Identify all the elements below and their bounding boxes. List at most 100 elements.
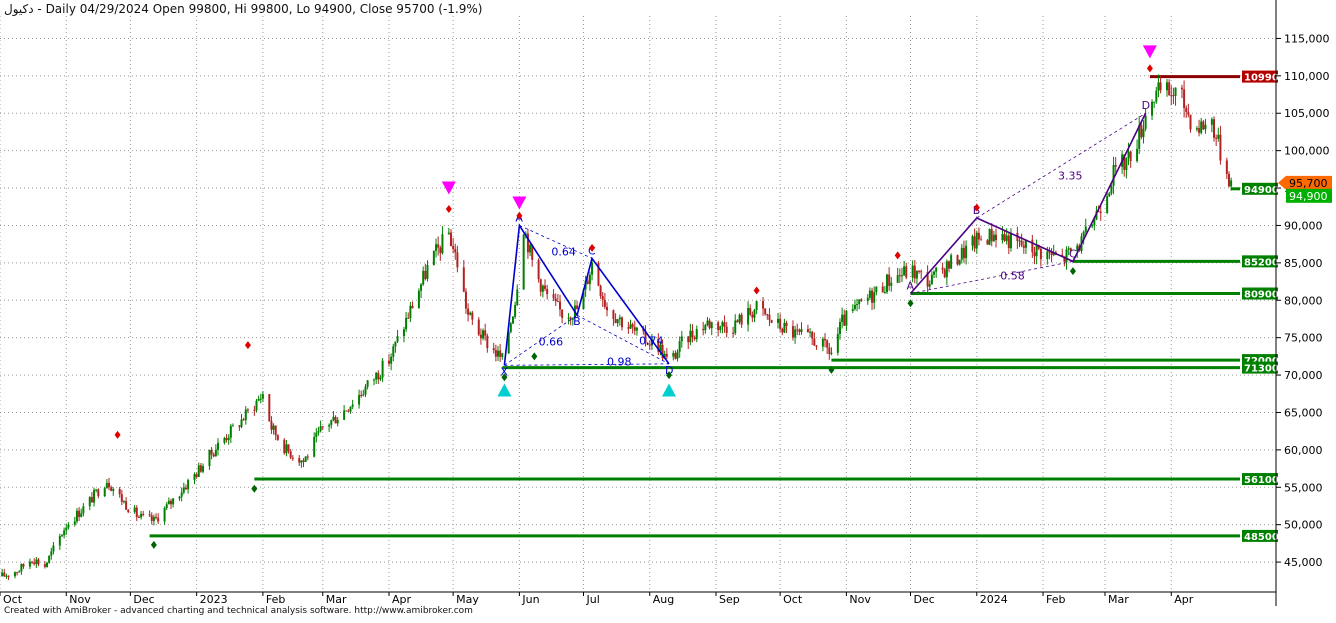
candle-body [417,290,420,309]
candle-body [725,326,728,333]
candle-body [1009,232,1012,249]
last-price-label: 95,700 [1289,177,1328,190]
y-tick-label: 105,000 [1284,107,1330,120]
candle-body [494,349,497,357]
candle-body [1225,160,1228,174]
candle-body [73,521,76,525]
candle-body [20,564,23,572]
candle-body [28,561,31,567]
candle-body [734,320,737,333]
candle-body [187,480,190,490]
x-tick-label: Jul [585,593,599,606]
candle-body [539,279,542,292]
x-tick-label: 2024 [980,593,1008,606]
candle-body [672,353,675,357]
price-chart[interactable]: 1099009490085200809007200071300561004850… [0,0,1336,619]
candle-body [420,284,423,291]
candle-body [811,331,814,339]
candle-body [883,292,886,294]
candle-body [1140,125,1143,138]
candle-body [723,322,726,327]
candle-body [1099,211,1102,213]
x-tick-label: 2023 [200,593,228,606]
candle-body [975,232,978,249]
candle-body [486,335,489,349]
x-tick-label: Feb [266,593,285,606]
support-label: 80900 [1244,290,1279,301]
candle-body [112,489,115,491]
candle-body [762,301,765,309]
candle-body [965,245,968,259]
chart-svg[interactable]: 1099009490085200809007200071300561004850… [0,0,1336,619]
candle-body [330,420,333,425]
candle-body [1187,111,1190,115]
candle-body [1210,119,1213,125]
candle-body [35,559,38,565]
y-tick-label: 80,000 [1284,294,1323,307]
candle-body [246,409,249,411]
candle-body [770,319,773,323]
pattern-ratio-label: 0.74 [639,335,664,348]
candle-body [558,301,561,310]
candle-body [806,329,809,333]
candle-body [163,508,166,522]
candle-body [541,285,544,292]
candle-body [343,410,346,420]
y-tick-label: 115,000 [1284,32,1330,45]
candle-body [783,322,786,333]
candle-body [614,318,617,324]
support-label: 71300 [1244,364,1279,375]
support-label: 109900 [1244,73,1286,84]
candle-body [321,426,324,428]
pattern-point-label: D [1142,99,1150,112]
candle-body [576,305,579,310]
candle-body [977,232,980,240]
low-price-label: 94,900 [1289,190,1328,203]
candle-body [217,442,220,450]
candle-body [229,425,232,438]
candle-body [172,498,175,505]
candle-body [120,494,123,502]
candle-body [208,449,211,467]
candle-body [1202,121,1205,130]
candle-body [1172,95,1175,97]
candle-body [447,232,450,235]
candle-body [1189,114,1192,130]
candle-body [781,328,784,333]
candle-body [1129,151,1132,162]
candle-body [499,350,502,357]
candle-body [618,317,621,320]
candle-body [409,305,412,319]
candle-body [821,338,824,347]
candle-body [514,304,517,317]
candle-body [815,345,818,347]
candle-body [167,500,170,505]
candle-body [868,290,871,298]
x-tick-label: Mar [326,593,347,606]
candle-body [210,449,213,455]
candle-body [971,236,974,246]
candle-body [962,247,965,259]
candle-body [212,454,215,457]
candle-body [3,572,6,577]
candle-body [710,322,713,329]
candle-body [471,312,474,320]
candle-body [358,394,361,405]
candle-body [452,246,455,249]
pattern-ratio-label: 0.66 [539,335,564,348]
candle-body [860,299,863,302]
candle-body [1157,82,1160,91]
candle-body [905,266,908,278]
candle-body [824,338,827,341]
candle-body [270,421,273,430]
candle-body [110,487,113,491]
candle-body [678,341,681,352]
x-tick-label: Dec [914,593,935,606]
x-tick-label: Dec [133,593,154,606]
candle-body [479,334,482,339]
support-label: 85200 [1244,257,1279,268]
candle-body [379,377,382,380]
candle-body [97,489,100,497]
candle-body [851,309,854,311]
candle-body [911,265,914,278]
